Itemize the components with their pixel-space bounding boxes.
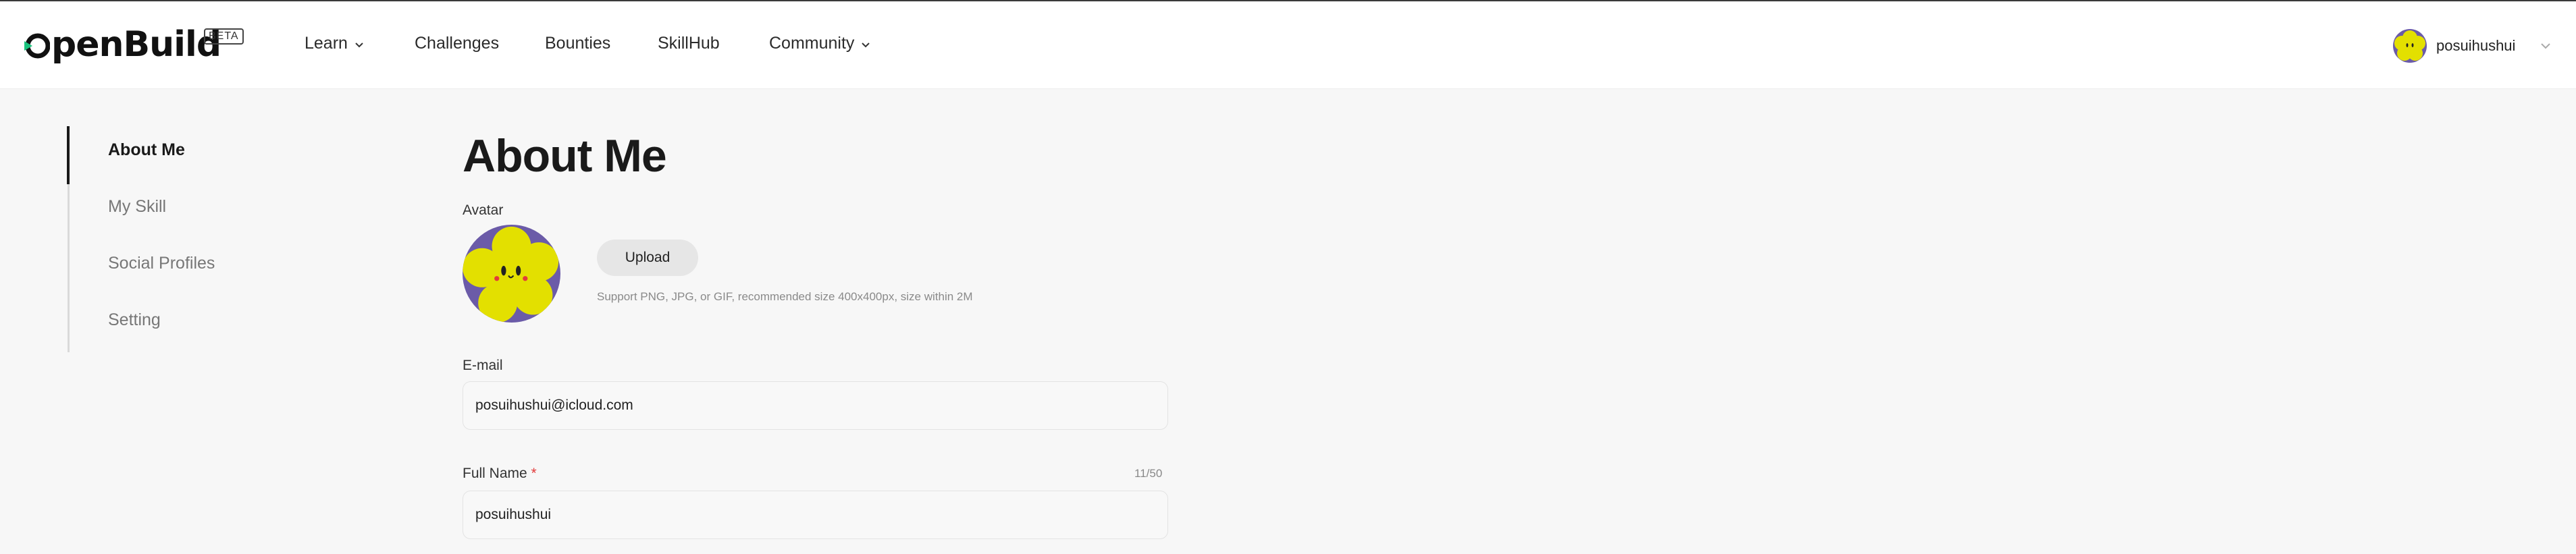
- nav-label: SkillHub: [658, 34, 720, 53]
- sidebar-active-indicator: [67, 126, 70, 184]
- full-name-field[interactable]: [463, 491, 1168, 539]
- chevron-down-icon[interactable]: [2540, 40, 2551, 53]
- sidebar-item-my-skill[interactable]: My Skill: [108, 197, 166, 217]
- upload-hint: Support PNG, JPG, or GIF, recommended si…: [597, 290, 973, 303]
- sidebar-item-social-profiles[interactable]: Social Profiles: [108, 254, 215, 273]
- nav-bounties[interactable]: Bounties: [545, 34, 610, 53]
- chevron-down-icon: [354, 34, 364, 53]
- openbuild-logo-icon: [23, 28, 51, 61]
- nav-challenges[interactable]: Challenges: [415, 34, 499, 53]
- nav-label: Challenges: [415, 34, 500, 53]
- nav-community[interactable]: Community: [769, 34, 870, 53]
- full-name-label: Full Name *: [463, 466, 537, 482]
- required-mark: *: [531, 466, 537, 481]
- sidebar-item-about-me[interactable]: About Me: [108, 140, 185, 160]
- email-field[interactable]: [463, 381, 1168, 430]
- beta-badge: BETA: [204, 28, 244, 45]
- user-menu[interactable]: posuihushui: [2393, 28, 2515, 63]
- nav-skillhub[interactable]: SkillHub: [658, 34, 720, 53]
- email-label: E-mail: [463, 358, 503, 373]
- upload-button[interactable]: Upload: [597, 240, 698, 276]
- page-title: About Me: [463, 130, 667, 182]
- openbuild-logo[interactable]: penBuild: [23, 24, 221, 65]
- user-name: posuihushui: [2436, 37, 2516, 54]
- flower-avatar-icon: [463, 225, 560, 323]
- sidebar-item-setting[interactable]: Setting: [108, 310, 161, 330]
- full-name-label-text: Full Name: [463, 466, 527, 481]
- nav-label: Learn: [305, 34, 348, 53]
- char-counter: 11/50: [1134, 467, 1163, 480]
- top-navbar: penBuild BETA Learn Challenges Bounties …: [0, 0, 2576, 89]
- nav-learn[interactable]: Learn: [305, 34, 364, 53]
- nav-label: Bounties: [545, 34, 611, 53]
- logo-text: penBuild: [51, 24, 221, 65]
- chevron-down-icon: [861, 34, 870, 53]
- user-avatar-icon: [2393, 29, 2427, 63]
- nav-label: Community: [769, 34, 855, 53]
- avatar-label: Avatar: [463, 202, 504, 218]
